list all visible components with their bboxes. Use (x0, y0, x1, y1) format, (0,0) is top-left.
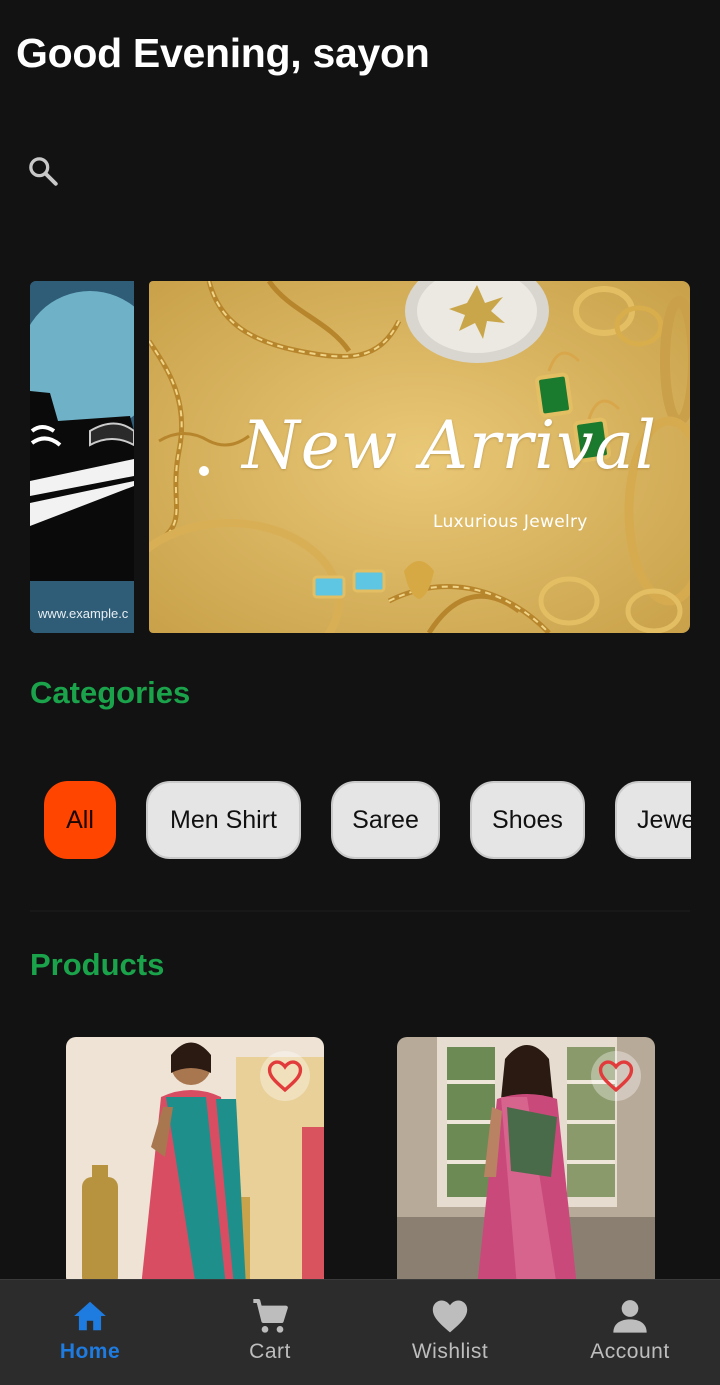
banner-slide-previous[interactable]: www.example.c (30, 281, 134, 633)
search-icon (29, 157, 58, 186)
favorite-button[interactable] (591, 1051, 641, 1101)
person-icon (613, 1300, 647, 1333)
section-divider (30, 910, 690, 912)
home-icon (74, 1301, 106, 1331)
nav-item-cart[interactable]: Cart (180, 1280, 360, 1385)
nav-label-cart: Cart (249, 1340, 291, 1363)
nav-item-wishlist[interactable]: Wishlist (360, 1280, 540, 1385)
categories-title: Categories (30, 675, 191, 710)
banner-title: New Arrival (242, 407, 657, 484)
heart-outline-icon (267, 1060, 303, 1093)
nav-item-home[interactable]: Home (0, 1280, 180, 1385)
category-chip-jewelry[interactable]: Jewe (615, 781, 691, 859)
banner-subtitle: Luxurious Jewelry (433, 512, 588, 532)
favorite-button[interactable] (260, 1051, 310, 1101)
nav-label-wishlist: Wishlist (411, 1340, 489, 1363)
cart-icon (253, 1299, 288, 1333)
banner-carousel[interactable]: www.example.c New Arrival Luxurious Jewe… (30, 281, 690, 633)
sneaker-ad-image (30, 281, 134, 633)
category-chip-saree[interactable]: Saree (331, 781, 440, 859)
nav-label-account: Account (590, 1340, 670, 1363)
bottom-navigation: Home Cart Wishlist Account (0, 1279, 720, 1385)
product-card[interactable] (66, 1037, 324, 1287)
category-chips[interactable]: All Men Shirt Saree Shoes Jewe (30, 780, 691, 862)
search-button[interactable] (22, 150, 64, 192)
greeting-title: Good Evening, sayon (16, 30, 430, 76)
product-card[interactable] (397, 1037, 655, 1287)
products-title: Products (30, 947, 165, 982)
banner-url-text: www.example.c (38, 606, 129, 621)
category-chip-all[interactable]: All (44, 781, 116, 859)
heart-outline-icon (598, 1060, 634, 1093)
heart-icon (432, 1300, 468, 1333)
home-screen: Good Evening, sayon www.example.c New Ar… (0, 0, 720, 1385)
category-chip-shoes[interactable]: Shoes (470, 781, 585, 859)
nav-item-account[interactable]: Account (540, 1280, 720, 1385)
nav-label-home: Home (59, 1340, 121, 1363)
banner-slide-new-arrival[interactable]: New Arrival Luxurious Jewelry (149, 281, 690, 633)
category-chip-men-shirt[interactable]: Men Shirt (146, 781, 301, 859)
